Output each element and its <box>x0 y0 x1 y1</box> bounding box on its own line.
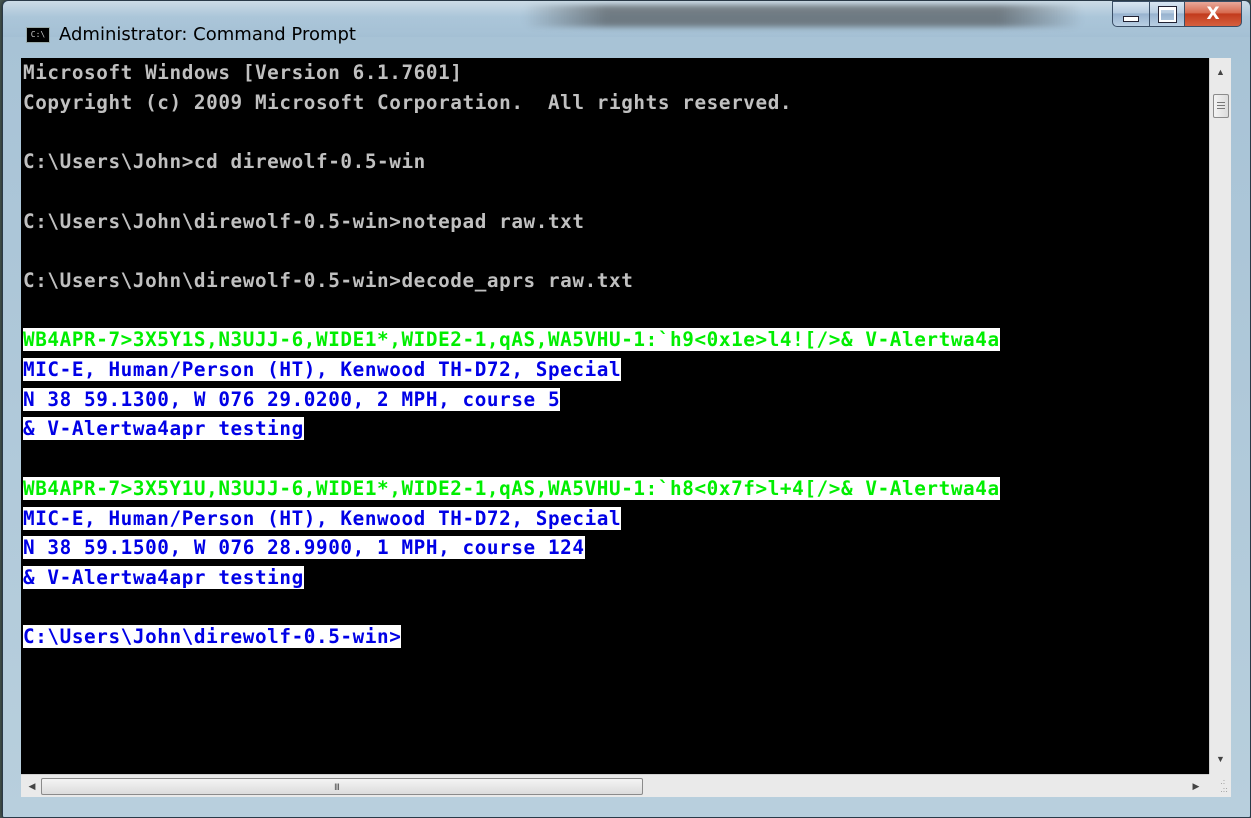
console-line: WB4APR-7>3X5Y1U,N3UJJ-6,WIDE1*,WIDE2-1,q… <box>23 476 1000 500</box>
minimize-button[interactable] <box>1112 1 1150 27</box>
cmd-app-icon[interactable]: C:\ <box>26 27 50 43</box>
horizontal-scrollbar[interactable]: ◀ III ▶ <box>21 774 1209 797</box>
maximize-icon <box>1157 5 1177 23</box>
resize-grip-icon[interactable]: .:.:: <box>1220 778 1228 794</box>
scroll-up-icon[interactable]: ▲ <box>1210 64 1231 81</box>
vertical-scrollbar[interactable]: ▲ ▼ <box>1209 58 1231 774</box>
title-glare <box>523 5 1083 27</box>
console-line: C:\Users\John\direwolf-0.5-win>notepad r… <box>23 209 585 233</box>
console-line: WB4APR-7>3X5Y1S,N3UJJ-6,WIDE1*,WIDE2-1,q… <box>23 328 1000 352</box>
scroll-down-icon[interactable]: ▼ <box>1210 751 1231 768</box>
vertical-scroll-thumb[interactable] <box>1213 94 1229 118</box>
scroll-left-icon[interactable]: ◀ <box>23 775 41 797</box>
close-icon: X <box>1206 4 1220 24</box>
minimize-icon <box>1123 16 1139 22</box>
console-line: MIC-E, Human/Person (HT), Kenwood TH-D72… <box>23 506 622 530</box>
maximize-button[interactable] <box>1150 1 1185 27</box>
scrollbar-corner: .:.:: <box>1209 774 1231 797</box>
console-line: N 38 59.1500, W 076 28.9900, 1 MPH, cour… <box>23 536 585 560</box>
console-line: & V-Alertwa4apr testing <box>23 565 304 589</box>
horizontal-scroll-thumb[interactable]: III <box>41 778 643 795</box>
console-line: N 38 59.1300, W 076 29.0200, 2 MPH, cour… <box>23 387 561 411</box>
console-line: Microsoft Windows [Version 6.1.7601] <box>23 61 463 84</box>
console-line: C:\Users\John\direwolf-0.5-win>decode_ap… <box>23 268 634 292</box>
console-output[interactable]: Microsoft Windows [Version 6.1.7601] Copy… <box>21 58 1209 774</box>
thumb-grip-line <box>1217 102 1225 103</box>
thumb-grip-line <box>1217 108 1225 109</box>
console-line: Copyright (c) 2009 Microsoft Corporation… <box>23 90 793 114</box>
caption-buttons: X <box>1112 1 1242 27</box>
console-line: & V-Alertwa4apr testing <box>23 417 304 441</box>
close-button[interactable]: X <box>1185 1 1242 27</box>
thumb-grip-line <box>1217 105 1225 106</box>
horizontal-thumb-grip: III <box>334 783 340 793</box>
scroll-right-icon[interactable]: ▶ <box>1187 775 1205 797</box>
console-line: C:\Users\John\direwolf-0.5-win> <box>23 625 402 649</box>
console-line: MIC-E, Human/Person (HT), Kenwood TH-D72… <box>23 358 622 381</box>
window-title: Administrator: Command Prompt <box>59 24 356 45</box>
console-line: C:\Users\John>cd direwolf-0.5-win <box>23 150 426 174</box>
